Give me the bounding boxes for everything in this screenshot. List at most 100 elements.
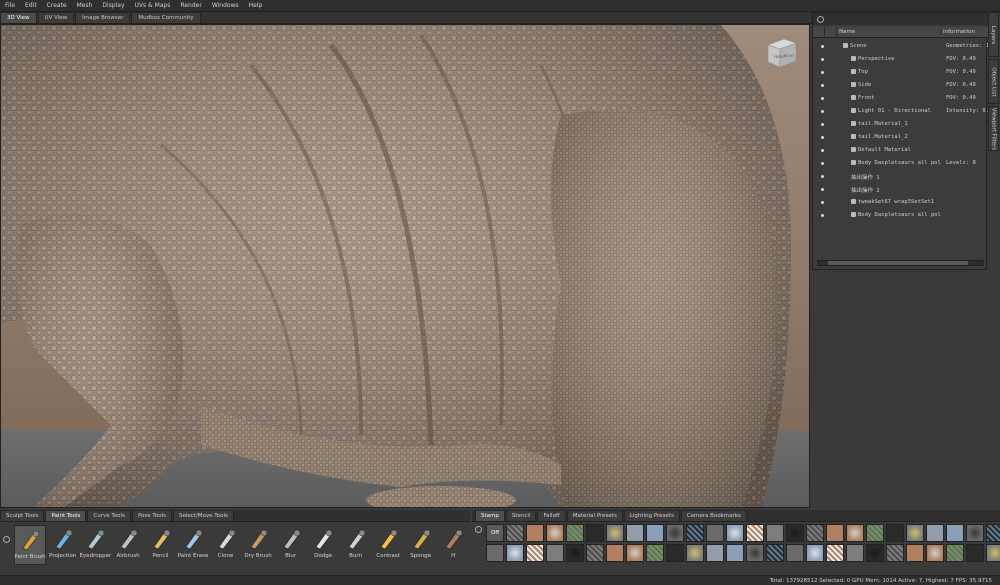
stamp-thumbnail[interactable] <box>526 524 544 542</box>
stamp-settings-icon[interactable] <box>475 526 482 533</box>
outliner-row[interactable]: tail.Material_2 <box>813 131 988 144</box>
stamp-thumbnail[interactable] <box>826 524 844 542</box>
stamp-thumbnail[interactable] <box>826 544 844 562</box>
stamp-thumbnail[interactable] <box>646 544 664 562</box>
stamp-thumbnail[interactable] <box>926 544 944 562</box>
stamp-thumbnail[interactable] <box>766 524 784 542</box>
stamp-thumbnail[interactable] <box>906 544 924 562</box>
stamp-thumbnail[interactable] <box>606 544 624 562</box>
stamp-thumbnail[interactable] <box>646 524 664 542</box>
tab-falloff[interactable]: Falloff <box>537 510 566 521</box>
stamp-thumbnail[interactable] <box>586 544 604 562</box>
stamp-thumbnail[interactable] <box>866 524 884 542</box>
visibility-icon[interactable] <box>821 84 824 87</box>
visibility-icon[interactable] <box>821 110 824 113</box>
outliner-row[interactable]: Body Daspletsaurs all pol <box>813 209 988 222</box>
menu-render[interactable]: Render <box>175 2 206 9</box>
stamp-thumbnail[interactable] <box>706 524 724 542</box>
stamp-thumbnail[interactable] <box>786 544 804 562</box>
outliner-row[interactable]: Perspective FOV: 0.49 <box>813 53 988 66</box>
side-tab-object-list[interactable]: Object List <box>988 59 999 104</box>
stamp-thumbnail[interactable] <box>846 524 864 542</box>
shelf-settings-icon[interactable] <box>3 536 10 543</box>
stamp-thumbnail[interactable] <box>486 544 504 562</box>
outliner-row[interactable]: Side FOV: 0.49 <box>813 79 988 92</box>
outliner-row[interactable]: Scene Geometries: 1 <box>813 40 988 53</box>
outliner-row[interactable]: Default Material <box>813 144 988 157</box>
tool-eyedropper[interactable]: Eyedropper <box>80 525 111 565</box>
stamp-thumbnail[interactable] <box>566 544 584 562</box>
stamp-thumbnail[interactable] <box>666 544 684 562</box>
stamp-off-button[interactable]: Off <box>486 524 504 542</box>
visibility-icon[interactable] <box>821 149 824 152</box>
lock-column-icon[interactable] <box>825 27 837 37</box>
stamp-thumbnail[interactable] <box>886 524 904 542</box>
stamp-thumbnail[interactable] <box>746 524 764 542</box>
tool-pencil[interactable]: Pencil <box>145 525 177 565</box>
stamp-thumbnail[interactable] <box>626 524 644 542</box>
side-tab-viewport-filters[interactable]: Viewport Filters <box>988 106 999 151</box>
menu-windows[interactable]: Windows <box>207 2 244 9</box>
menu-file[interactable]: File <box>0 2 20 9</box>
visibility-icon[interactable] <box>821 214 824 217</box>
stamp-thumbnail[interactable] <box>966 524 984 542</box>
visibility-icon[interactable] <box>821 175 824 178</box>
information-column-header[interactable]: Information <box>941 29 988 35</box>
visibility-icon[interactable] <box>821 58 824 61</box>
outliner-row[interactable]: Light 01 - Directional Intensity: 0.6 <box>813 105 988 118</box>
visibility-icon[interactable] <box>821 188 824 191</box>
stamp-thumbnail[interactable] <box>986 524 1000 542</box>
stamp-thumbnail[interactable] <box>806 544 824 562</box>
tool-clone[interactable]: Clone <box>210 525 242 565</box>
outliner-row[interactable]: Top FOV: 0.49 <box>813 66 988 79</box>
tool-dodge[interactable]: Dodge <box>307 525 339 565</box>
tab-lighting-presets[interactable]: Lighting Presets <box>623 510 680 521</box>
stamp-thumbnail[interactable] <box>706 544 724 562</box>
stamp-thumbnail[interactable] <box>546 544 564 562</box>
tab-image-browser[interactable]: Image Browser <box>75 12 131 23</box>
viewcube[interactable]: FRONT RIGHT <box>764 35 800 71</box>
stamp-thumbnail[interactable] <box>506 544 524 562</box>
tab-stencil[interactable]: Stencil <box>505 510 537 521</box>
stamp-thumbnail[interactable] <box>546 524 564 542</box>
stamp-thumbnail[interactable] <box>926 524 944 542</box>
menu-create[interactable]: Create <box>42 2 72 9</box>
side-tab-layers[interactable]: Layers <box>988 12 999 57</box>
stamp-thumbnail[interactable] <box>886 544 904 562</box>
dinosaur-sculpt-model[interactable] <box>1 25 810 508</box>
stamp-thumbnail[interactable] <box>586 524 604 542</box>
tab-sculpt-tools[interactable]: Sculpt Tools <box>0 510 45 521</box>
tab-pose-tools[interactable]: Pose Tools <box>131 510 172 521</box>
tab-uv-view[interactable]: UV View <box>37 12 75 23</box>
visibility-icon[interactable] <box>821 123 824 126</box>
stamp-thumbnail[interactable] <box>866 544 884 562</box>
outliner-horizontal-scrollbar[interactable] <box>817 260 984 266</box>
stamp-thumbnail[interactable] <box>726 544 744 562</box>
stamp-thumbnail[interactable] <box>686 544 704 562</box>
visibility-icon[interactable] <box>821 71 824 74</box>
stamp-thumbnail[interactable] <box>566 524 584 542</box>
tab-mudbox-community[interactable]: Mudbox Community <box>131 12 201 23</box>
tool-blur[interactable]: Blur <box>275 525 307 565</box>
stamp-thumbnail[interactable] <box>726 524 744 542</box>
tool-burn[interactable]: Burn <box>340 525 372 565</box>
outliner-row[interactable]: 抽出操作 1 <box>813 170 988 183</box>
outliner-row[interactable]: Front FOV: 0.49 <box>813 92 988 105</box>
tool-dry-brush[interactable]: Dry Brush <box>242 525 274 565</box>
stamp-thumbnail[interactable] <box>806 524 824 542</box>
tool-paint-brush[interactable]: Paint Brush <box>14 525 46 565</box>
stamp-thumbnail[interactable] <box>986 544 1000 562</box>
menu-edit[interactable]: Edit <box>20 2 42 9</box>
stamp-thumbnail[interactable] <box>746 544 764 562</box>
tab-curve-tools[interactable]: Curve Tools <box>87 510 131 521</box>
menu-display[interactable]: Display <box>97 2 129 9</box>
name-column-header[interactable]: Name <box>837 29 941 35</box>
outliner-row[interactable]: tail.Material_1 <box>813 118 988 131</box>
3d-viewport[interactable]: FRONT RIGHT <box>0 24 810 508</box>
tool-paint-erase[interactable]: Paint Erase <box>177 525 209 565</box>
settings-icon[interactable] <box>817 15 824 23</box>
tab-3d-view[interactable]: 3D View <box>0 12 37 23</box>
tab-material-presets[interactable]: Material Presets <box>566 510 623 521</box>
stamp-thumbnail[interactable] <box>906 524 924 542</box>
tab-select-move-tools[interactable]: Select/Move Tools <box>172 510 234 521</box>
